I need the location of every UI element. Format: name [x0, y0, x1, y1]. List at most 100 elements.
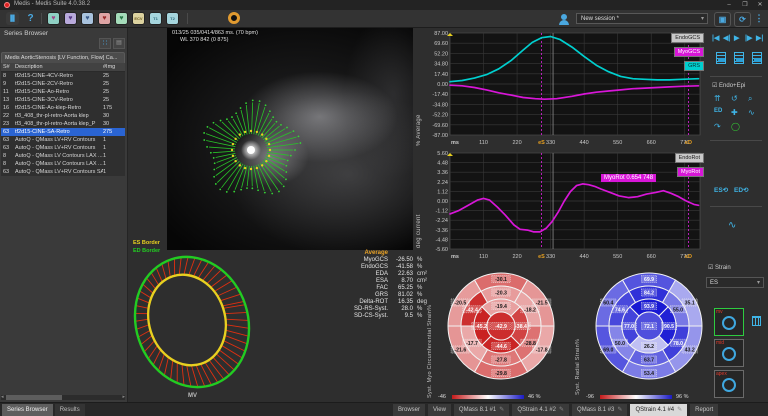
user-avatar-icon[interactable] [558, 13, 570, 25]
app-icon-3dview[interactable]: ♥ [81, 12, 94, 25]
workflow-tab-qstrain-4-1-2[interactable]: QStrain 4.1 #2✎ [512, 404, 569, 416]
series-description: AutoQ - QMass LV+RV Contours SAX [15, 168, 103, 176]
layout-button[interactable]: ▣ [714, 12, 731, 27]
legend-myorot[interactable]: MyoRot [677, 167, 704, 177]
es-frame-icon[interactable]: ES⟲ [714, 186, 728, 194]
bottom-tab-bar: Series BrowserResults BrowserViewQMass 8… [0, 402, 768, 416]
app-icon-qstrain[interactable]: ♥ [115, 12, 128, 25]
series-row[interactable]: 63AutoQ - QMass LV+RV Contours SAX1 [1, 168, 125, 176]
ring-icon[interactable] [228, 12, 240, 24]
app-icon-t2[interactable]: T2 [166, 12, 179, 25]
list-view-button[interactable]: ▤ [113, 38, 125, 49]
series-row[interactable]: 16tf2d15-CINE-Ao-klep-Retro175 [1, 104, 125, 112]
report-doc-icon[interactable] [752, 52, 762, 64]
help-icon[interactable]: ? [24, 12, 37, 25]
maximize-button[interactable]: ❐ [738, 0, 752, 10]
ellipse-roi-icon[interactable]: ◯ [731, 122, 740, 131]
workflow-tab-report[interactable]: Report [690, 404, 718, 416]
svg-text:-34.80: -34.80 [432, 102, 448, 108]
workflow-tab-qmass-8-1-3[interactable]: QMass 8.1 #3✎ [572, 404, 627, 416]
crosshair-icon[interactable]: ✚ [731, 108, 738, 117]
magnifier-icon[interactable]: ⌕ [748, 94, 752, 104]
panel-tab-results[interactable]: Results [55, 404, 85, 416]
phase-select[interactable]: ES▾ [706, 277, 764, 288]
svg-text:-27.8: -27.8 [495, 358, 507, 364]
first-frame-icon[interactable]: |◀ [712, 34, 719, 42]
app-icon-ecv[interactable]: ECV [132, 12, 145, 25]
report-doc-icon[interactable] [716, 52, 726, 64]
rotate-ccw-icon[interactable]: ↺ [731, 94, 738, 103]
minimize-button[interactable]: – [722, 0, 736, 10]
legend-grs[interactable]: GRS [684, 61, 704, 71]
grid-view-button[interactable]: ∷ [99, 38, 111, 49]
app-icon-qangio[interactable]: ♥ [98, 12, 111, 25]
last-frame-icon[interactable]: ▶| [756, 34, 763, 42]
ed-frame-icon[interactable]: ED⟲ [734, 186, 748, 194]
series-row[interactable]: 9tf2d15-CINE-2CV-Retro25 [1, 80, 125, 88]
chart1-ylabel: % Average [416, 66, 422, 146]
mri-viewport[interactable]: 013/25 035/0414/863 ms. (70 bpm) WL 370 … [167, 28, 413, 250]
app-icon-qmass[interactable]: ♥ [47, 12, 60, 25]
svg-text:34.80: 34.80 [434, 62, 448, 68]
series-hscrollbar[interactable]: ◂▸ [1, 395, 125, 400]
legend-endorot[interactable]: EndoRot [675, 153, 704, 163]
series-description: tf2d15-CINE-2CV-Retro [15, 80, 103, 88]
report-doc-icon[interactable] [734, 52, 744, 64]
reset-layout-button[interactable]: ⟳ [734, 12, 751, 27]
viewer-icon[interactable]: ▐▌ [6, 12, 19, 25]
close-button[interactable]: ✕ [753, 0, 767, 10]
series-row[interactable]: 63tf2d15-CINE-SA-Retro275 [1, 128, 125, 136]
series-row[interactable]: 63AutoQ - QMass LV+RV Contours1 [1, 144, 125, 152]
redo-arc-icon[interactable]: ↷ [714, 122, 721, 131]
next-frame-icon[interactable]: |▶ [745, 34, 752, 42]
svg-text:84.2: 84.2 [644, 291, 654, 297]
legend-myogcs[interactable]: MyoGCS [674, 47, 704, 57]
col-img-count[interactable]: #Img [103, 63, 123, 71]
rotation-chart[interactable]: 5.604.483.362.241.120.00-1.12-2.24-3.36-… [425, 148, 712, 262]
series-row[interactable]: 8AutoQ - QMass LV Contours LAX ...1 [1, 152, 125, 160]
workflow-tab-view[interactable]: View [428, 404, 451, 416]
series-row[interactable]: 13tf2d15-CINE-3CV-Retro25 [1, 96, 125, 104]
legend-endogcs[interactable]: EndoGCS [671, 33, 704, 43]
app-icon-qflow[interactable]: ♥ [64, 12, 77, 25]
series-row[interactable]: 63AutoQ - QMass LV+RV Contours1 [1, 136, 125, 144]
workflow-tab-qstrain-4-1-4[interactable]: QStrain 4.1 #4✎ [630, 404, 687, 416]
slice-thumbnail-mid[interactable]: mid [714, 339, 744, 367]
study-tab[interactable]: Medis AorticStenosis [LV Function, Flow]… [1, 52, 125, 63]
session-select[interactable]: New session *▾ [576, 13, 708, 24]
svg-text:1.12: 1.12 [437, 189, 448, 195]
slice-thumbnail-mv[interactable]: mv [714, 308, 744, 336]
workflow-tab-qmass-8-1-1[interactable]: QMass 8.1 #1✎ [454, 404, 509, 416]
kebab-menu-icon[interactable]: ⋮ [755, 12, 763, 25]
strain-chart[interactable]: 87.0069.6052.2034.8017.400.00-17.40-34.8… [425, 28, 712, 148]
prev-frame-icon[interactable]: ◀| [723, 34, 730, 42]
svg-text:-42.9: -42.9 [495, 324, 507, 330]
delete-contour-icon[interactable] [752, 316, 761, 326]
endo-epi-checkbox[interactable]: ☑ Endo+Epi [712, 82, 745, 89]
col-series-number[interactable]: S# [1, 63, 15, 71]
svg-text:-17.7: -17.7 [466, 341, 478, 347]
svg-text:-42.4: -42.4 [466, 307, 478, 313]
series-row[interactable]: 8AutoQ - QMass LV Contours LAX ...1 [1, 160, 125, 168]
series-row[interactable]: 23tf3_408_thr-pl-retro-Aorta klep_P30 [1, 120, 125, 128]
ed-phase-icon[interactable]: ED [714, 108, 722, 114]
metric-name: GRS [342, 292, 391, 299]
play-icon[interactable]: ▶ [734, 34, 739, 42]
panel-tab-series-browser[interactable]: Series Browser [2, 404, 53, 416]
app-icon-t1[interactable]: T1 [149, 12, 162, 25]
series-row[interactable]: 11tf2d15-CINE-Ao-Retro25 [1, 88, 125, 96]
strain-checkbox[interactable]: ☑ Strain [708, 264, 731, 271]
workflow-tab-browser[interactable]: Browser [393, 404, 425, 416]
svg-text:eS: eS [538, 254, 545, 260]
series-row[interactable]: 22tf3_408_thr-pl-retro-Aorta klep30 [1, 112, 125, 120]
average-row: SD-CS-Syst.9.5% [342, 313, 434, 320]
up-arrows-icon[interactable]: ⇈ [714, 94, 721, 103]
strain-curve-icon[interactable]: ∿ [728, 220, 736, 231]
series-row[interactable]: 8tf2d15-CINE-4CV-Retro25 [1, 72, 125, 80]
col-description[interactable]: Description [15, 63, 103, 71]
slice-thumbnail-apex[interactable]: apex [714, 370, 744, 398]
svg-text:-5.60: -5.60 [435, 247, 448, 253]
series-browser-panel: Series Browser ∷ ▤ Medis AorticStenosis … [0, 28, 128, 402]
series-number: 16 [1, 104, 15, 112]
curve-icon[interactable]: ∿ [748, 108, 755, 117]
